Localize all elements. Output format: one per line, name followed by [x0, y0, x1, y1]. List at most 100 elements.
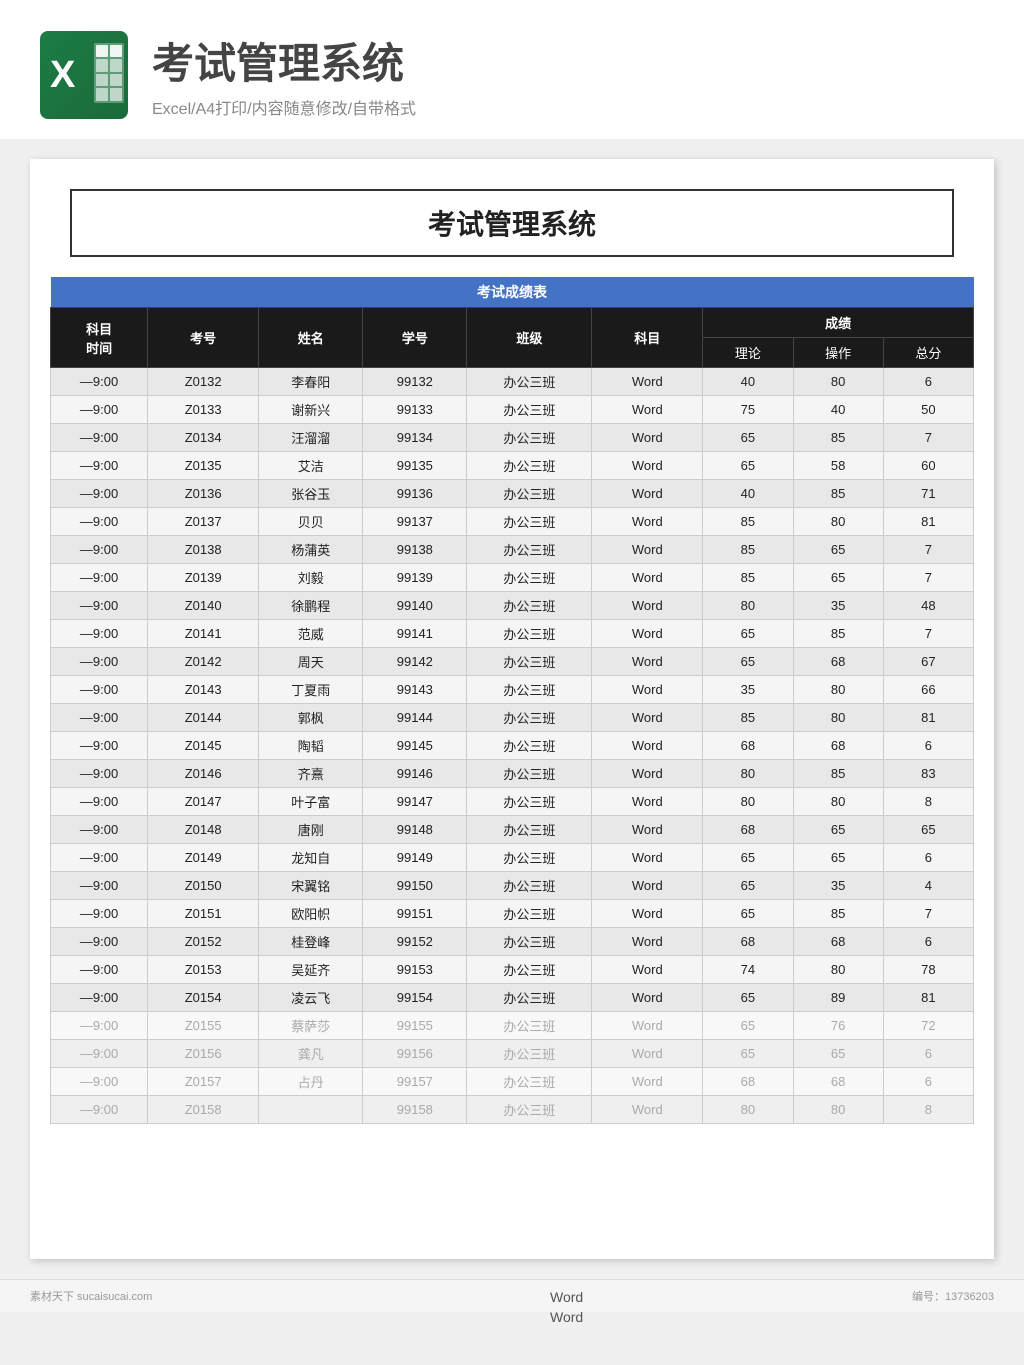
cell-time: —9:00: [51, 592, 148, 620]
cell-studentno: 99158: [363, 1096, 467, 1124]
cell-subject: Word: [592, 396, 703, 424]
cell-operation: 85: [793, 424, 883, 452]
table-row: —9:00 Z0149 龙知自 99149 办公三班 Word 65 65 6: [51, 844, 974, 872]
doc-title-box: 考试管理系统: [70, 189, 954, 257]
cell-time: —9:00: [51, 900, 148, 928]
cell-studentno: 99143: [363, 676, 467, 704]
cell-studentno: 99132: [363, 368, 467, 396]
table-row: —9:00 Z0150 宋翼铭 99150 办公三班 Word 65 35 4: [51, 872, 974, 900]
cell-name: 周天: [259, 648, 363, 676]
cell-operation: 85: [793, 620, 883, 648]
cell-time: —9:00: [51, 564, 148, 592]
cell-name: 蔡萨莎: [259, 1012, 363, 1040]
col-examno-header: 考号: [148, 308, 259, 368]
cell-operation: 35: [793, 592, 883, 620]
word-label-1: Word: [550, 1289, 583, 1305]
cell-class: 办公三班: [467, 368, 592, 396]
excel-icon: X: [40, 31, 128, 119]
cell-studentno: 99144: [363, 704, 467, 732]
cell-name: 宋翼铭: [259, 872, 363, 900]
col-total-header: 总分: [883, 338, 973, 368]
cell-theory: 80: [703, 592, 793, 620]
table-row: —9:00 Z0134 汪溜溜 99134 办公三班 Word 65 85 7: [51, 424, 974, 452]
cell-total: 6: [883, 844, 973, 872]
cell-time: —9:00: [51, 396, 148, 424]
cell-studentno: 99134: [363, 424, 467, 452]
table-row: —9:00 Z0145 陶韬 99145 办公三班 Word 68 68 6: [51, 732, 974, 760]
cell-name: 陶韬: [259, 732, 363, 760]
table-row: —9:00 Z0155 蔡萨莎 99155 办公三班 Word 65 76 72: [51, 1012, 974, 1040]
cell-time: —9:00: [51, 704, 148, 732]
cell-time: —9:00: [51, 536, 148, 564]
table-row: —9:00 Z0143 丁夏雨 99143 办公三班 Word 35 80 66: [51, 676, 974, 704]
exam-table: 考试成绩表 科目时间 考号 姓名 学号 班级 科目 成绩 理论 操作 总分 —9…: [50, 277, 974, 1124]
cell-studentno: 99157: [363, 1068, 467, 1096]
cell-theory: 68: [703, 928, 793, 956]
cell-total: 8: [883, 1096, 973, 1124]
table-row: —9:00 Z0156 龚凡 99156 办公三班 Word 65 65 6: [51, 1040, 974, 1068]
header: X 考试管理系统 Excel/A4打印/内容随意修改/自带格式: [0, 0, 1024, 139]
cell-studentno: 99148: [363, 816, 467, 844]
cell-class: 办公三班: [467, 760, 592, 788]
cell-operation: 80: [793, 508, 883, 536]
cell-total: 50: [883, 396, 973, 424]
cell-examno: Z0157: [148, 1068, 259, 1096]
cell-total: 48: [883, 592, 973, 620]
cell-operation: 35: [793, 872, 883, 900]
cell-time: —9:00: [51, 1096, 148, 1124]
cell-operation: 68: [793, 648, 883, 676]
cell-examno: Z0146: [148, 760, 259, 788]
cell-name: 刘毅: [259, 564, 363, 592]
cell-theory: 65: [703, 424, 793, 452]
cell-theory: 35: [703, 676, 793, 704]
cell-subject: Word: [592, 648, 703, 676]
cell-class: 办公三班: [467, 704, 592, 732]
cell-time: —9:00: [51, 480, 148, 508]
cell-class: 办公三班: [467, 536, 592, 564]
cell-name: 徐鹏程: [259, 592, 363, 620]
col-studentno-header: 学号: [363, 308, 467, 368]
cell-total: 78: [883, 956, 973, 984]
cell-examno: Z0156: [148, 1040, 259, 1068]
cell-operation: 89: [793, 984, 883, 1012]
excel-grid: [94, 43, 124, 103]
cell-total: 81: [883, 984, 973, 1012]
cell-time: —9:00: [51, 816, 148, 844]
doc-title: 考试管理系统: [428, 209, 596, 240]
cell-studentno: 99151: [363, 900, 467, 928]
cell-total: 7: [883, 620, 973, 648]
cell-subject: Word: [592, 704, 703, 732]
cell-class: 办公三班: [467, 396, 592, 424]
column-header-row: 科目时间 考号 姓名 学号 班级 科目 成绩: [51, 308, 974, 338]
cell-operation: 65: [793, 844, 883, 872]
cell-time: —9:00: [51, 872, 148, 900]
cell-subject: Word: [592, 1040, 703, 1068]
cell-theory: 65: [703, 1012, 793, 1040]
cell-class: 办公三班: [467, 928, 592, 956]
cell-total: 81: [883, 508, 973, 536]
cell-subject: Word: [592, 1012, 703, 1040]
cell-class: 办公三班: [467, 1040, 592, 1068]
cell-operation: 80: [793, 704, 883, 732]
cell-operation: 65: [793, 816, 883, 844]
cell-operation: 80: [793, 368, 883, 396]
cell-subject: Word: [592, 956, 703, 984]
cell-studentno: 99136: [363, 480, 467, 508]
cell-class: 办公三班: [467, 564, 592, 592]
cell-class: 办公三班: [467, 1012, 592, 1040]
cell-studentno: 99154: [363, 984, 467, 1012]
cell-subject: Word: [592, 788, 703, 816]
cell-class: 办公三班: [467, 1096, 592, 1124]
cell-class: 办公三班: [467, 508, 592, 536]
cell-subject: Word: [592, 536, 703, 564]
cell-total: 7: [883, 900, 973, 928]
cell-studentno: 99147: [363, 788, 467, 816]
table-row: —9:00 Z0152 桂登峰 99152 办公三班 Word 68 68 6: [51, 928, 974, 956]
cell-operation: 85: [793, 760, 883, 788]
cell-examno: Z0151: [148, 900, 259, 928]
cell-theory: 40: [703, 480, 793, 508]
cell-studentno: 99135: [363, 452, 467, 480]
cell-examno: Z0143: [148, 676, 259, 704]
cell-time: —9:00: [51, 620, 148, 648]
table-row: —9:00 Z0137 贝贝 99137 办公三班 Word 85 80 81: [51, 508, 974, 536]
